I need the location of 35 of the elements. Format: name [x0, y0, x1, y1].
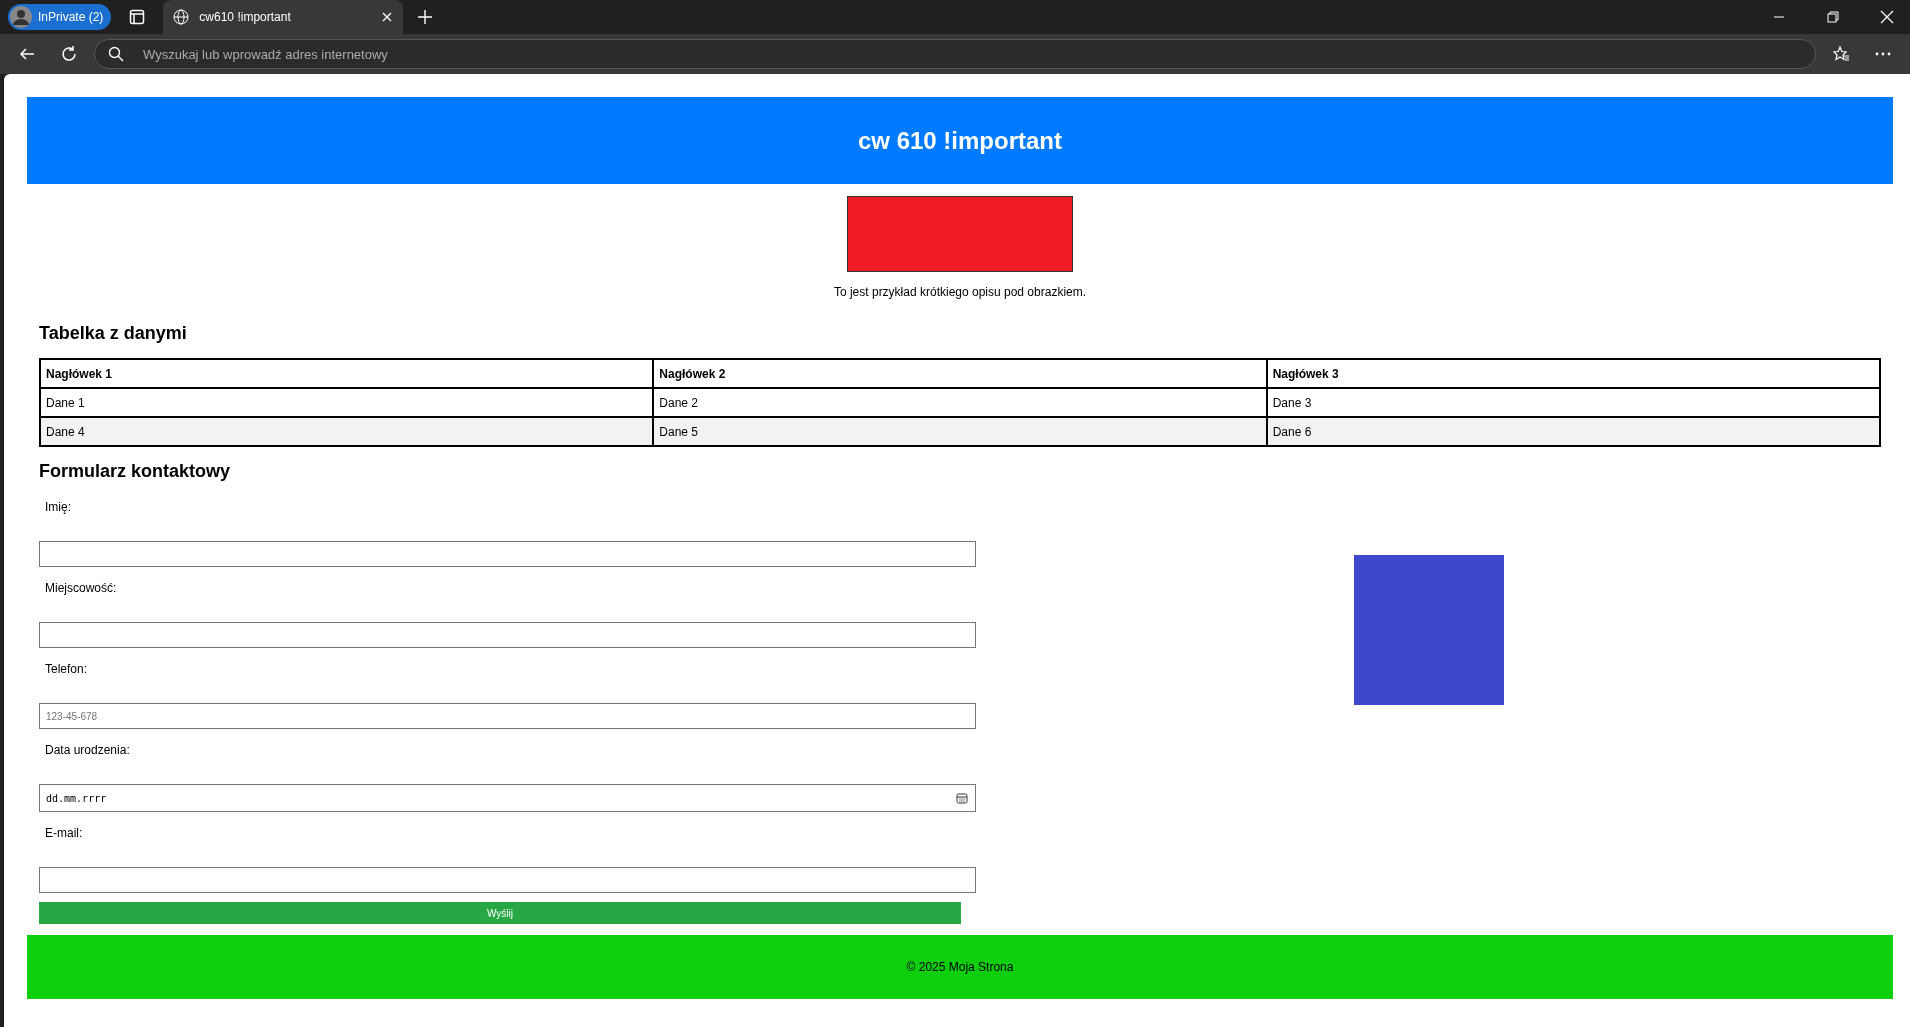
input-field[interactable]	[39, 541, 976, 567]
calendar-icon[interactable]	[956, 792, 968, 804]
input-field[interactable]: 123-45-678	[39, 703, 976, 729]
table-cell: Dane 4	[40, 417, 654, 446]
column-header: Nagłówek 1	[40, 359, 654, 388]
section-heading: Tabelka z danymi	[39, 323, 188, 344]
globe-icon	[173, 9, 190, 25]
close-icon[interactable]	[381, 11, 394, 23]
address-bar[interactable]: Wyszukaj lub wprowadź adres internetowy	[94, 39, 1816, 69]
tab-actions-icon[interactable]	[129, 9, 146, 25]
submit-button[interactable]: Wyślij	[39, 902, 961, 924]
page-title: cw 610 !important	[857, 126, 1062, 155]
favorites-icon[interactable]	[1832, 45, 1850, 63]
profile-button[interactable]: InPrivate (2)	[8, 4, 112, 30]
field-label: Imię:	[45, 500, 72, 516]
field-label: Telefon:	[45, 662, 89, 678]
section-heading: Formularz kontaktowy	[39, 461, 232, 482]
field-label: Miejscowość:	[45, 581, 118, 597]
new-tab-icon[interactable]	[417, 9, 434, 25]
column-header: Nagłówek 3	[1266, 359, 1880, 388]
input-field[interactable]	[39, 867, 976, 893]
field-label: Data urodzenia:	[45, 743, 131, 759]
column-header: Nagłówek 2	[653, 359, 1267, 388]
avatar-icon	[10, 6, 32, 28]
input-field[interactable]	[39, 622, 976, 648]
field-label: E-mail:	[45, 826, 84, 842]
restore-icon[interactable]	[1826, 10, 1840, 24]
reload-icon[interactable]	[60, 45, 78, 63]
image-caption: To jest przykład krótkiego opisu pod obrazkiem.	[833, 285, 1087, 299]
close-icon[interactable]	[1880, 10, 1894, 24]
browser-tab[interactable]: cw610 !important	[163, 0, 404, 34]
date-field[interactable]: dd.mm.rrrr	[39, 784, 976, 812]
table-cell: Dane 5	[653, 417, 1267, 446]
table-cell: Dane 6	[1266, 417, 1880, 446]
footer-text: © 2025 Moja Strona	[906, 960, 1014, 974]
